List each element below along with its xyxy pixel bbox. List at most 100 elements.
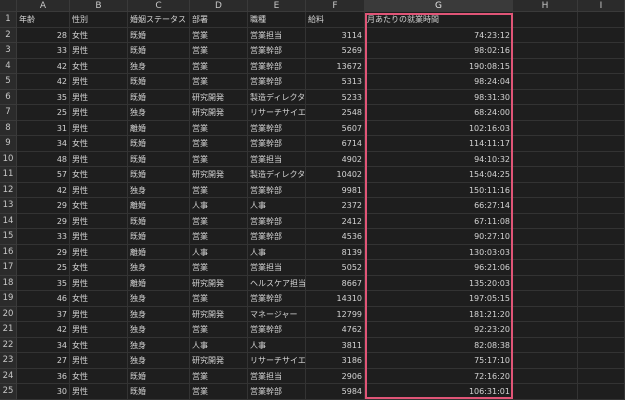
table-cell[interactable]: 男性 bbox=[70, 306, 128, 322]
table-cell[interactable]: 181:21:20 bbox=[365, 306, 513, 322]
row-number[interactable]: 5 bbox=[0, 74, 17, 90]
table-cell[interactable]: 研究開発 bbox=[190, 306, 248, 322]
table-cell[interactable] bbox=[513, 167, 578, 183]
table-cell[interactable]: 既婚 bbox=[128, 74, 190, 90]
table-cell[interactable]: 営業幹部 bbox=[248, 182, 306, 198]
column-header-e[interactable]: E bbox=[248, 0, 306, 12]
table-cell[interactable]: 女性 bbox=[70, 167, 128, 183]
table-cell[interactable]: 31 bbox=[17, 120, 70, 136]
table-cell[interactable]: 人事 bbox=[248, 244, 306, 260]
row-number[interactable]: 18 bbox=[0, 275, 17, 291]
table-cell[interactable]: 男性 bbox=[70, 353, 128, 369]
table-cell[interactable] bbox=[578, 120, 625, 136]
row-number[interactable]: 2 bbox=[0, 27, 17, 43]
table-cell[interactable]: 女性 bbox=[70, 136, 128, 152]
row-number[interactable]: 12 bbox=[0, 182, 17, 198]
column-header-b[interactable]: B bbox=[70, 0, 128, 12]
table-cell[interactable]: 42 bbox=[17, 58, 70, 74]
table-cell[interactable]: 154:04:25 bbox=[365, 167, 513, 183]
table-cell[interactable]: 営業 bbox=[190, 151, 248, 167]
table-cell[interactable]: 92:23:20 bbox=[365, 322, 513, 338]
table-cell[interactable]: 男性 bbox=[70, 229, 128, 245]
table-cell[interactable]: 2548 bbox=[306, 105, 365, 121]
table-cell[interactable]: 男性 bbox=[70, 151, 128, 167]
column-header-i[interactable]: I bbox=[578, 0, 625, 12]
table-cell[interactable] bbox=[513, 27, 578, 43]
table-cell[interactable]: 男性 bbox=[70, 120, 128, 136]
column-header-h[interactable]: H bbox=[513, 0, 578, 12]
table-cell[interactable]: 男性 bbox=[70, 89, 128, 105]
table-cell[interactable] bbox=[513, 306, 578, 322]
header-cell[interactable]: 給料 bbox=[306, 12, 365, 28]
table-cell[interactable]: 独身 bbox=[128, 105, 190, 121]
table-cell[interactable]: 102:16:03 bbox=[365, 120, 513, 136]
table-cell[interactable] bbox=[578, 322, 625, 338]
header-cell[interactable]: 年齢 bbox=[17, 12, 70, 28]
table-cell[interactable]: 130:03:03 bbox=[365, 244, 513, 260]
table-cell[interactable]: 営業担当 bbox=[248, 151, 306, 167]
table-cell[interactable] bbox=[578, 105, 625, 121]
table-cell[interactable]: 66:27:14 bbox=[365, 198, 513, 214]
row-number[interactable]: 17 bbox=[0, 260, 17, 276]
table-cell[interactable]: 営業 bbox=[190, 136, 248, 152]
table-cell[interactable]: 営業 bbox=[190, 322, 248, 338]
table-cell[interactable]: 独身 bbox=[128, 306, 190, 322]
row-number[interactable]: 16 bbox=[0, 244, 17, 260]
table-cell[interactable]: 既婚 bbox=[128, 229, 190, 245]
table-cell[interactable] bbox=[578, 260, 625, 276]
table-cell[interactable]: 男性 bbox=[70, 105, 128, 121]
table-cell[interactable]: 94:10:32 bbox=[365, 151, 513, 167]
table-cell[interactable]: 独身 bbox=[128, 337, 190, 353]
table-cell[interactable]: 男性 bbox=[70, 244, 128, 260]
table-cell[interactable]: 82:08:38 bbox=[365, 337, 513, 353]
table-cell[interactable] bbox=[578, 43, 625, 59]
table-cell[interactable]: 営業 bbox=[190, 213, 248, 229]
table-cell[interactable]: 90:27:10 bbox=[365, 229, 513, 245]
table-cell[interactable]: 5607 bbox=[306, 120, 365, 136]
table-cell[interactable]: 離婚 bbox=[128, 275, 190, 291]
table-cell[interactable] bbox=[578, 89, 625, 105]
table-cell[interactable]: 独身 bbox=[128, 322, 190, 338]
table-cell[interactable]: 人事 bbox=[190, 337, 248, 353]
table-cell[interactable] bbox=[513, 43, 578, 59]
table-cell[interactable]: 4762 bbox=[306, 322, 365, 338]
table-cell[interactable] bbox=[578, 27, 625, 43]
table-cell[interactable]: 27 bbox=[17, 353, 70, 369]
table-cell[interactable]: 女性 bbox=[70, 291, 128, 307]
row-number[interactable]: 23 bbox=[0, 353, 17, 369]
table-cell[interactable]: 28 bbox=[17, 27, 70, 43]
table-cell[interactable] bbox=[513, 353, 578, 369]
table-cell[interactable]: 営業 bbox=[190, 43, 248, 59]
table-cell[interactable] bbox=[578, 337, 625, 353]
table-cell[interactable]: 男性 bbox=[70, 275, 128, 291]
table-cell[interactable] bbox=[513, 229, 578, 245]
header-cell[interactable]: 月あたりの就業時間 bbox=[365, 12, 513, 28]
table-cell[interactable]: 人事 bbox=[190, 198, 248, 214]
select-all-corner[interactable] bbox=[0, 0, 17, 12]
row-number[interactable]: 8 bbox=[0, 120, 17, 136]
table-cell[interactable]: 35 bbox=[17, 89, 70, 105]
row-number[interactable]: 10 bbox=[0, 151, 17, 167]
table-cell[interactable]: 3186 bbox=[306, 353, 365, 369]
table-cell[interactable]: リサーチサイエンティスト bbox=[248, 353, 306, 369]
row-number[interactable]: 6 bbox=[0, 89, 17, 105]
table-cell[interactable]: 8139 bbox=[306, 244, 365, 260]
table-cell[interactable]: 離婚 bbox=[128, 244, 190, 260]
table-cell[interactable]: 営業幹部 bbox=[248, 213, 306, 229]
table-cell[interactable]: マネージャー bbox=[248, 306, 306, 322]
table-cell[interactable]: 独身 bbox=[128, 260, 190, 276]
table-cell[interactable]: 人事 bbox=[248, 198, 306, 214]
table-cell[interactable]: 98:02:16 bbox=[365, 43, 513, 59]
table-cell[interactable]: 46 bbox=[17, 291, 70, 307]
table-cell[interactable] bbox=[513, 74, 578, 90]
table-cell[interactable]: 42 bbox=[17, 74, 70, 90]
table-cell[interactable]: 離婚 bbox=[128, 120, 190, 136]
table-cell[interactable]: 6714 bbox=[306, 136, 365, 152]
table-cell[interactable]: 営業幹部 bbox=[248, 58, 306, 74]
table-cell[interactable]: 135:20:03 bbox=[365, 275, 513, 291]
table-cell[interactable] bbox=[578, 136, 625, 152]
table-cell[interactable]: 営業 bbox=[190, 120, 248, 136]
table-cell[interactable]: 既婚 bbox=[128, 384, 190, 400]
header-cell[interactable] bbox=[578, 12, 625, 28]
table-cell[interactable]: 既婚 bbox=[128, 167, 190, 183]
